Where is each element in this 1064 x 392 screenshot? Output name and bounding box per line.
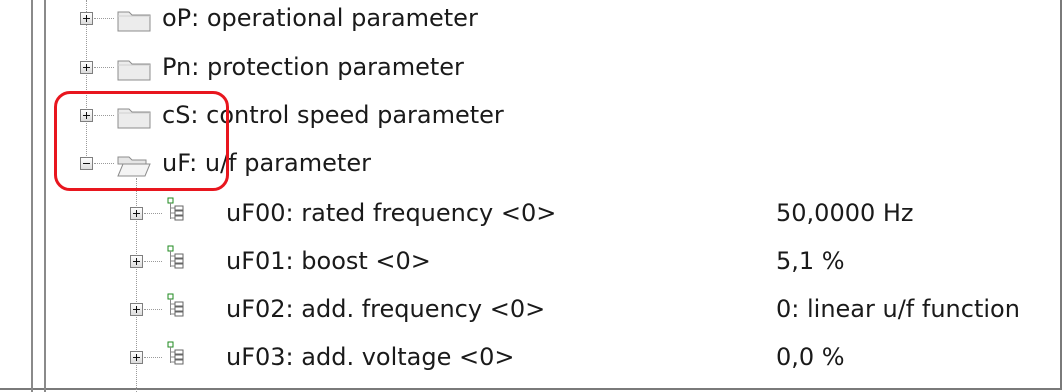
tree-connector bbox=[144, 261, 162, 262]
parameter-node-icon bbox=[167, 341, 184, 365]
param-value: 50,0000 Hz bbox=[776, 199, 914, 227]
tree-connector bbox=[144, 309, 162, 310]
expand-icon[interactable] bbox=[80, 61, 93, 74]
highlight-annotation bbox=[54, 91, 229, 191]
param-value: 0,0 % bbox=[776, 343, 845, 371]
param-label: uF00: rated frequency <0> bbox=[226, 199, 557, 227]
parameter-node-icon bbox=[167, 245, 184, 269]
expand-icon[interactable] bbox=[130, 351, 143, 364]
expand-icon[interactable] bbox=[130, 255, 143, 268]
tree-view: oP: operational parameter Pn: protection… bbox=[0, 0, 1062, 392]
param-label: uF01: boost <0> bbox=[226, 247, 431, 275]
folder-icon bbox=[117, 11, 151, 32]
folder-icon bbox=[117, 60, 151, 81]
expand-icon[interactable] bbox=[130, 207, 143, 220]
parameter-node-icon bbox=[167, 197, 184, 221]
param-value: 5,1 % bbox=[776, 247, 845, 275]
tree-connector bbox=[144, 213, 162, 214]
parameter-node-icon bbox=[167, 293, 184, 317]
tree-item-label: oP: operational parameter bbox=[162, 4, 478, 32]
tree-connector bbox=[94, 67, 114, 68]
param-label: uF03: add. voltage <0> bbox=[226, 343, 515, 371]
param-label: uF02: add. frequency <0> bbox=[226, 295, 546, 323]
param-value: 0: linear u/f function bbox=[776, 295, 1020, 323]
pane-border-left bbox=[31, 0, 33, 392]
tree-connector bbox=[144, 357, 162, 358]
tree-connector bbox=[94, 18, 114, 19]
expand-icon[interactable] bbox=[80, 12, 93, 25]
expand-icon[interactable] bbox=[130, 303, 143, 316]
tree-item-label: Pn: protection parameter bbox=[162, 53, 464, 81]
pane-border-inner bbox=[44, 0, 46, 392]
